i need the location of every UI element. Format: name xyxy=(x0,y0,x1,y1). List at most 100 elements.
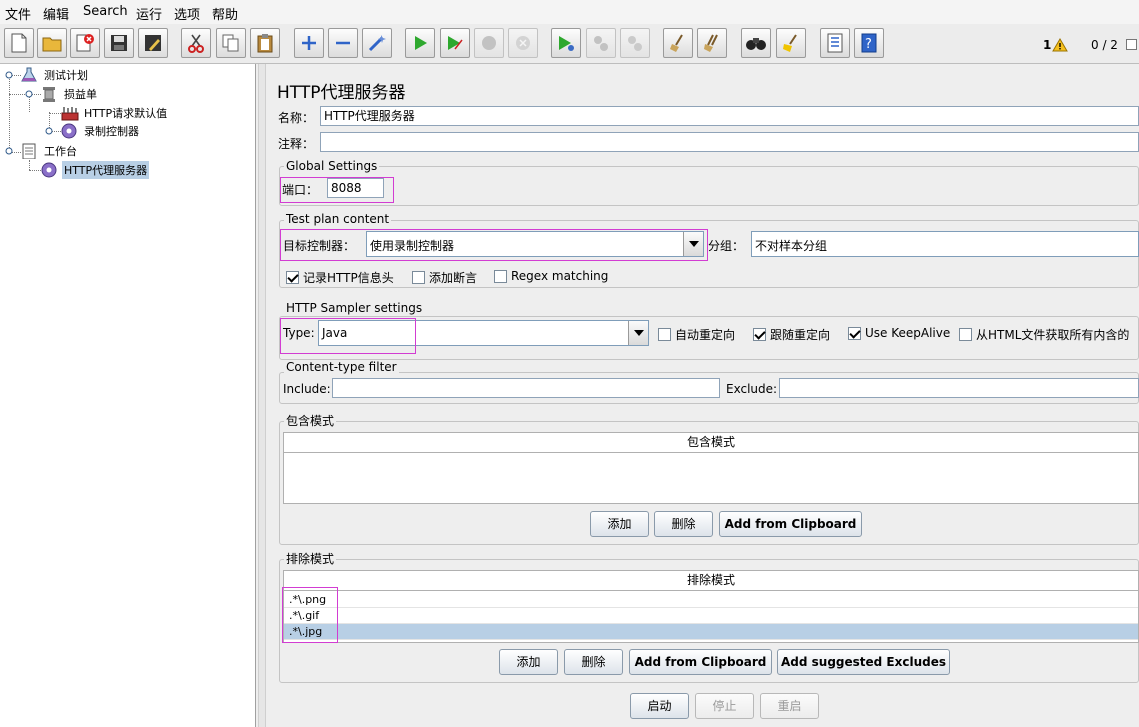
close-button[interactable] xyxy=(70,28,100,58)
remote-stop-all-button[interactable] xyxy=(586,28,616,58)
tree-toggle-icon[interactable] xyxy=(4,146,14,156)
search-button[interactable] xyxy=(741,28,771,58)
include-patterns-table[interactable]: 包含模式 xyxy=(283,432,1139,504)
menu-edit[interactable]: 编辑 xyxy=(43,4,69,23)
open-button[interactable] xyxy=(37,28,67,58)
tree-node-label: 损益单 xyxy=(64,88,97,101)
tree-node-thread-group[interactable]: 损益单 xyxy=(24,85,99,103)
include-delete-button[interactable]: 删除 xyxy=(654,511,713,537)
add-suggested-excludes-button[interactable]: Add suggested Excludes xyxy=(777,649,950,675)
function-helper-button[interactable] xyxy=(820,28,850,58)
restart-proxy-button[interactable]: 重启 xyxy=(760,693,819,719)
start-button[interactable] xyxy=(405,28,435,58)
include-patterns-header[interactable]: 包含模式 xyxy=(284,433,1138,453)
retrieve-embedded-checkbox[interactable]: 从HTML文件获取所有内含的 xyxy=(959,326,1139,343)
tree-toggle-icon[interactable] xyxy=(24,89,34,99)
tree-toggle-icon[interactable] xyxy=(4,70,14,80)
checkbox-box[interactable] xyxy=(412,271,425,284)
tree-node-recording-controller[interactable]: 录制控制器 xyxy=(44,122,141,140)
type-select[interactable]: Java xyxy=(318,320,649,346)
toggle-button[interactable] xyxy=(362,28,392,58)
collapse-all-button[interactable] xyxy=(328,28,358,58)
exclude-input[interactable] xyxy=(779,378,1139,398)
tree-node-http-defaults[interactable]: HTTP请求默认值 xyxy=(60,104,169,122)
regex-matching-checkbox[interactable]: Regex matching xyxy=(494,269,608,283)
start-proxy-button[interactable]: 启动 xyxy=(630,693,689,719)
checkbox-label: Use KeepAlive xyxy=(865,326,951,340)
clear-all-button[interactable] xyxy=(697,28,727,58)
target-controller-select[interactable]: 使用录制控制器 xyxy=(366,231,704,257)
stop-proxy-button[interactable]: 停止 xyxy=(695,693,754,719)
exclude-patterns-header[interactable]: 排除模式 xyxy=(284,571,1138,591)
tree-node-test-plan[interactable]: 测试计划 xyxy=(4,66,90,84)
shutdown-button[interactable] xyxy=(508,28,538,58)
grouping-label: 分组： xyxy=(708,239,745,253)
clipboard-icon xyxy=(22,143,36,159)
menu-options[interactable]: 选项 xyxy=(174,4,200,23)
add-assertions-checkbox[interactable]: 添加断言 xyxy=(412,269,477,286)
folder-icon xyxy=(42,37,62,52)
include-add-button[interactable]: 添加 xyxy=(590,511,649,537)
type-value: Java xyxy=(322,326,348,340)
follow-redirects-checkbox[interactable]: 跟随重定向 xyxy=(753,326,830,343)
paste-button[interactable] xyxy=(250,28,280,58)
menu-file[interactable]: 文件 xyxy=(5,4,31,23)
save-button[interactable] xyxy=(104,28,134,58)
chevron-down-icon[interactable] xyxy=(628,321,648,345)
use-keepalive-checkbox[interactable]: Use KeepAlive xyxy=(848,326,950,340)
table-row[interactable]: .*\.png xyxy=(284,592,1138,608)
table-row[interactable]: .*\.gif xyxy=(284,608,1138,624)
grouping-select[interactable]: 不对样本分组 xyxy=(751,231,1139,257)
tree-node-workbench[interactable]: 工作台 xyxy=(4,142,79,160)
help-button[interactable]: ? xyxy=(854,28,884,58)
exclude-add-from-clipboard-button[interactable]: Add from Clipboard xyxy=(629,649,772,675)
new-button[interactable] xyxy=(4,28,34,58)
copy-button[interactable] xyxy=(216,28,246,58)
checkbox-box[interactable] xyxy=(959,328,972,341)
save-as-button[interactable] xyxy=(138,28,168,58)
checkbox-box[interactable] xyxy=(286,271,299,284)
exclude-delete-button[interactable]: 删除 xyxy=(564,649,623,675)
remote-start-all-button[interactable] xyxy=(551,28,581,58)
chevron-down-icon[interactable] xyxy=(683,232,703,256)
clear-button[interactable] xyxy=(663,28,693,58)
type-label: Type: xyxy=(283,326,315,340)
exclude-patterns-table[interactable]: 排除模式 .*\.png .*\.gif .*\.jpg xyxy=(283,570,1139,643)
global-settings-legend: Global Settings xyxy=(284,159,380,173)
include-input[interactable] xyxy=(332,378,720,398)
brooms-icon xyxy=(704,34,718,52)
flask-icon xyxy=(21,67,37,82)
save-icon xyxy=(111,35,127,51)
menu-run[interactable]: 运行 xyxy=(136,4,162,23)
expand-all-button[interactable] xyxy=(294,28,324,58)
checkbox-box[interactable] xyxy=(494,269,507,283)
record-headers-checkbox[interactable]: 记录HTTP信息头 xyxy=(286,269,394,286)
split-pane-divider[interactable] xyxy=(258,64,266,727)
name-input[interactable]: HTTP代理服务器 xyxy=(320,106,1139,126)
checkbox-label: Regex matching xyxy=(511,269,609,283)
cut-button[interactable] xyxy=(181,28,211,58)
checkbox-box[interactable] xyxy=(753,328,766,341)
remote-shutdown-all-button[interactable] xyxy=(620,28,650,58)
menu-search[interactable]: Search xyxy=(83,4,128,19)
table-row-selected[interactable]: .*\.jpg xyxy=(284,624,1138,640)
checkbox-box[interactable] xyxy=(848,326,861,340)
exclude-add-button[interactable]: 添加 xyxy=(499,649,558,675)
include-add-from-clipboard-button[interactable]: Add from Clipboard xyxy=(719,511,862,537)
menu-help[interactable]: 帮助 xyxy=(212,4,238,23)
target-controller-value: 使用录制控制器 xyxy=(370,239,455,253)
port-input[interactable]: 8088 xyxy=(327,178,384,198)
warning-icon[interactable] xyxy=(1052,38,1068,52)
port-label: 端口： xyxy=(282,183,319,197)
start-no-pauses-button[interactable] xyxy=(440,28,470,58)
comment-input[interactable] xyxy=(320,132,1139,152)
checkbox-label: 跟随重定向 xyxy=(770,328,831,342)
tree-node-http-proxy[interactable]: HTTP代理服务器 xyxy=(40,161,150,179)
reset-search-button[interactable] xyxy=(776,28,806,58)
auto-redirect-checkbox[interactable]: 自动重定向 xyxy=(658,326,735,343)
copy-icon xyxy=(222,34,239,52)
tree-toggle-icon[interactable] xyxy=(44,126,54,136)
remote-shutdown-icon xyxy=(628,36,642,51)
stop-button[interactable] xyxy=(474,28,504,58)
checkbox-box[interactable] xyxy=(658,328,671,341)
